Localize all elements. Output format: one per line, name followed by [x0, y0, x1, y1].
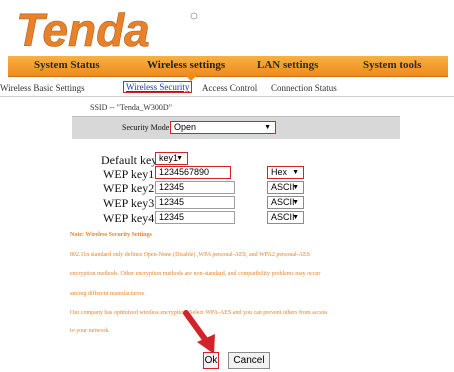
ssid-label: SSID -- "Tenda_W300D" — [90, 103, 172, 112]
chevron-down-icon: ▼ — [292, 169, 299, 176]
subtab-connection-status[interactable]: Connection Status — [271, 83, 337, 93]
note-line: to your network. — [70, 328, 110, 334]
chevron-down-icon: ▼ — [292, 184, 299, 191]
wep-key3-input[interactable]: 12345 — [155, 196, 235, 209]
wep-key4-format-value: ASCII — [271, 212, 295, 222]
subtab-wireless-security[interactable]: Wireless Security — [122, 81, 193, 93]
wep-key2-label: WEP key2 : — [103, 181, 161, 195]
wep-key3-label: WEP key3 : — [103, 196, 161, 210]
wep-key4-format-select[interactable]: ASCII ▼ — [267, 211, 304, 224]
svg-text:Tenda: Tenda — [16, 6, 150, 54]
subtab-access-control[interactable]: Access Control — [202, 83, 257, 93]
chevron-down-icon: ▼ — [264, 124, 271, 131]
default-key-select[interactable]: key1 ▼ — [155, 152, 188, 165]
security-mode-label: Security Mode — [122, 123, 170, 132]
note-line: 802.11n standard only defines Open-None … — [70, 252, 311, 258]
tenda-logo: Tenda — [14, 6, 224, 54]
wep-key1-format-select[interactable]: Hex ▼ — [267, 166, 304, 179]
ok-button[interactable]: Ok — [203, 352, 219, 369]
tab-system-status[interactable]: System Status — [34, 59, 100, 71]
note-line: among different manufacturers. — [70, 291, 146, 297]
wep-key1-label: WEP key1 : — [103, 167, 161, 181]
wep-key3-format-value: ASCII — [271, 197, 295, 207]
wep-key1-format-value: Hex — [271, 167, 288, 177]
chevron-down-icon: ▼ — [292, 214, 299, 221]
wep-key3-format-select[interactable]: ASCII ▼ — [267, 196, 304, 209]
wep-key4-label: WEP key4 : — [103, 211, 161, 225]
wep-key2-format-select[interactable]: ASCII ▼ — [267, 181, 304, 194]
wep-key1-input[interactable]: 1234567890 — [155, 166, 231, 179]
subtab-wireless-basic-settings[interactable]: Wireless Basic Settings — [0, 83, 85, 93]
note-title: Note: Wireless Security Settings — [70, 232, 152, 238]
security-mode-value: Open — [174, 122, 197, 132]
tab-system-tools[interactable]: System tools — [363, 59, 421, 71]
sub-nav: Wireless Basic Settings Wireless Securit… — [0, 80, 454, 97]
security-mode-panel: Security Mode Open ▼ — [72, 116, 400, 139]
default-key-label: Default key — [101, 153, 158, 167]
wep-key4-input[interactable]: 12345 — [155, 211, 235, 224]
security-mode-select[interactable]: Open ▼ — [170, 121, 276, 134]
wep-key2-input[interactable]: 12345 — [155, 181, 235, 194]
tab-lan-settings[interactable]: LAN settings — [257, 59, 318, 71]
chevron-down-icon: ▼ — [292, 199, 299, 206]
chevron-down-icon: ▼ — [176, 155, 183, 162]
main-nav: System Status Wireless settings LAN sett… — [8, 56, 448, 81]
wep-key2-format-value: ASCII — [271, 182, 295, 192]
cancel-button[interactable]: Cancel — [228, 352, 270, 369]
tab-wireless-settings[interactable]: Wireless settings — [147, 59, 225, 71]
note-line: encryption methods. Other encryption met… — [70, 271, 321, 277]
